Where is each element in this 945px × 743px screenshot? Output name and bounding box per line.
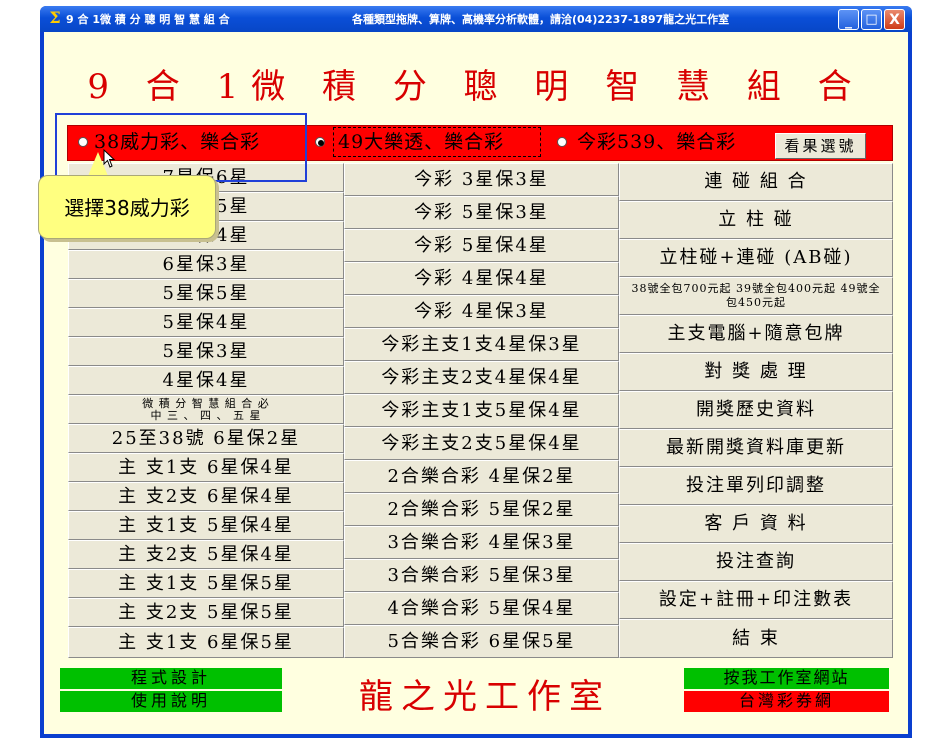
col2-button-5[interactable]: 今彩 4星保3星 bbox=[344, 295, 619, 328]
maximize-button[interactable]: □ bbox=[861, 9, 882, 30]
col1-button-5[interactable]: 5星保5星 bbox=[68, 279, 344, 308]
col2-button-8[interactable]: 今彩主支1支5星保4星 bbox=[344, 394, 619, 427]
col3-button-3[interactable]: 立柱碰+連碰 (AB碰) bbox=[619, 239, 893, 277]
col3-button-5[interactable]: 主支電腦+隨意包牌 bbox=[619, 315, 893, 353]
col2-button-1[interactable]: 今彩 3星保3星 bbox=[344, 163, 619, 196]
col3-button-8[interactable]: 最新開獎資料庫更新 bbox=[619, 429, 893, 467]
check-results-button[interactable]: 看果選號 bbox=[775, 133, 866, 159]
col2-button-15[interactable]: 5合樂合彩 6星保5星 bbox=[344, 625, 619, 658]
radio-49-lotto[interactable] bbox=[315, 137, 325, 147]
window-notice: 各種類型拖牌、算牌、高機率分析軟體，請洽(04)2237-1897龍之光工作室 bbox=[352, 13, 730, 26]
col3-button-6[interactable]: 對 獎 處 理 bbox=[619, 353, 893, 391]
col2-button-11[interactable]: 2合樂合彩 5星保2星 bbox=[344, 493, 619, 526]
col3-button-4[interactable]: 38號全包700元起 39號全包400元起 49號全包450元起 bbox=[619, 277, 893, 315]
col3-button-10[interactable]: 客 戶 資 料 bbox=[619, 505, 893, 543]
sigma-icon[interactable]: Σ bbox=[46, 9, 64, 27]
radio-539[interactable] bbox=[557, 137, 567, 147]
col2-button-10[interactable]: 2合樂合彩 4星保2星 bbox=[344, 460, 619, 493]
taiwan-lottery-button[interactable]: 台灣彩券網 bbox=[684, 691, 889, 712]
col2-button-3[interactable]: 今彩 5星保4星 bbox=[344, 229, 619, 262]
col2-button-12[interactable]: 3合樂合彩 4星保3星 bbox=[344, 526, 619, 559]
minimize-icon: _ bbox=[845, 13, 852, 29]
maximize-icon: □ bbox=[865, 12, 878, 27]
usage-guide-button[interactable]: 使用說明 bbox=[60, 691, 282, 712]
label-539[interactable]: 今彩539、樂合彩 bbox=[577, 130, 736, 154]
col3-button-7[interactable]: 開獎歷史資料 bbox=[619, 391, 893, 429]
col1-button-12[interactable]: 主 支2支 6星保4星 bbox=[68, 482, 344, 511]
col1-button-6[interactable]: 5星保4星 bbox=[68, 308, 344, 337]
col1-button-17[interactable]: 主 支1支 6星保5星 bbox=[68, 627, 344, 658]
mouse-cursor-icon bbox=[103, 149, 116, 168]
col3-button-1[interactable]: 連 碰 組 合 bbox=[619, 163, 893, 201]
col2-button-9[interactable]: 今彩主支2支5星保4星 bbox=[344, 427, 619, 460]
col1-button-11[interactable]: 主 支1支 6星保4星 bbox=[68, 453, 344, 482]
col2-button-7[interactable]: 今彩主支2支4星保4星 bbox=[344, 361, 619, 394]
col2-button-2[interactable]: 今彩 5星保3星 bbox=[344, 196, 619, 229]
minimize-button[interactable]: _ bbox=[838, 9, 859, 30]
studio-name: 龍之光工作室 bbox=[359, 677, 611, 717]
col3-button-12[interactable]: 設定+註冊+印注數表 bbox=[619, 581, 893, 619]
col1-button-14[interactable]: 主 支2支 5星保4星 bbox=[68, 540, 344, 569]
window-title: 9 合 1微 積 分 聰 明 智 慧 組 合 bbox=[66, 13, 230, 26]
close-icon: X bbox=[889, 12, 900, 28]
label-49-lotto[interactable]: 49大樂透、樂合彩 bbox=[338, 130, 504, 154]
col1-button-16[interactable]: 主 支2支 5星保5星 bbox=[68, 598, 344, 627]
col3-button-9[interactable]: 投注單列印調整 bbox=[619, 467, 893, 505]
studio-website-button[interactable]: 按我工作室網站 bbox=[684, 668, 889, 689]
col1-button-8[interactable]: 4星保4星 bbox=[68, 366, 344, 395]
col1-button-10[interactable]: 25至38號 6星保2星 bbox=[68, 424, 344, 453]
col3-button-2[interactable]: 立 柱 碰 bbox=[619, 201, 893, 239]
main-title: 9 合 1微 積 分 聰 明 智 慧 組 合 bbox=[87, 67, 865, 107]
col2-button-6[interactable]: 今彩主支1支4星保3星 bbox=[344, 328, 619, 361]
col1-button-4[interactable]: 6星保3星 bbox=[68, 250, 344, 279]
program-design-button[interactable]: 程式設計 bbox=[60, 668, 282, 689]
col3-button-13[interactable]: 結 束 bbox=[619, 619, 893, 658]
col1-button-9[interactable]: 微 積 分 智 慧 組 合 必 中 三 、 四 、 五 星 bbox=[68, 395, 344, 424]
close-button[interactable]: X bbox=[884, 9, 905, 30]
col2-button-4[interactable]: 今彩 4星保4星 bbox=[344, 262, 619, 295]
col1-button-13[interactable]: 主 支1支 5星保4星 bbox=[68, 511, 344, 540]
tooltip-callout: 選擇38威力彩 bbox=[38, 175, 216, 239]
col3-button-11[interactable]: 投注查詢 bbox=[619, 543, 893, 581]
col2-button-13[interactable]: 3合樂合彩 5星保3星 bbox=[344, 559, 619, 592]
col1-button-15[interactable]: 主 支1支 5星保5星 bbox=[68, 569, 344, 598]
col1-button-7[interactable]: 5星保3星 bbox=[68, 337, 344, 366]
col2-button-14[interactable]: 4合樂合彩 5星保4星 bbox=[344, 592, 619, 625]
title-bar[interactable]: Σ 9 合 1微 積 分 聰 明 智 慧 組 合 各種類型拖牌、算牌、高機率分析… bbox=[40, 6, 912, 32]
